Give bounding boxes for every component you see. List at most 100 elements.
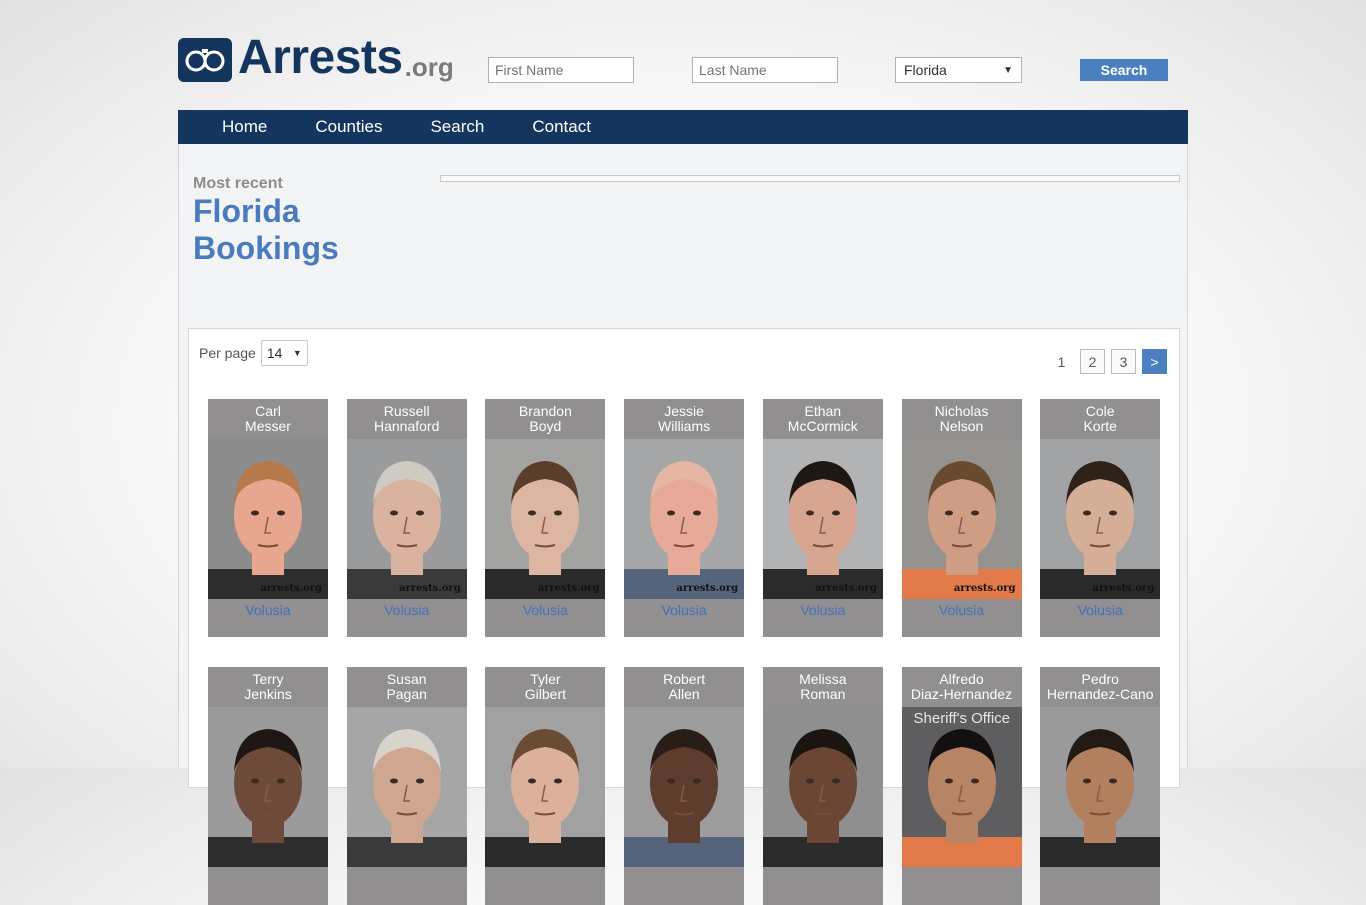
booking-first-name: Russell [383, 403, 430, 419]
booking-last-name: Messer [245, 418, 291, 434]
state-select-value: Florida [904, 62, 947, 78]
booking-last-name: Williams [658, 418, 711, 434]
booking-first-name: Tyler [530, 671, 561, 687]
mugshot-photo[interactable] [208, 707, 328, 867]
page-current: 1 [1057, 353, 1066, 370]
nav-counties[interactable]: Counties [315, 117, 382, 137]
next-page-button[interactable]: > [1142, 349, 1167, 374]
booking-name[interactable]: Robert Allen [624, 667, 744, 707]
mugshot-photo[interactable] [1040, 707, 1161, 867]
booking-card[interactable]: Cole Korte arrests.org Volusia [1040, 399, 1161, 637]
bookings-panel: Per page 14 ▼ 1 2 3 > Carl Messer arrests.… [188, 328, 1180, 905]
state-select[interactable]: Florida ▼ [895, 57, 1022, 83]
booking-first-name: Robert [663, 671, 706, 687]
last-name-input[interactable] [692, 57, 838, 83]
booking-name[interactable]: Russell Hannaford [347, 399, 467, 439]
booking-first-name: Jessie [664, 403, 704, 419]
booking-name[interactable]: Melissa Roman [763, 667, 883, 707]
mugshot-photo[interactable]: arrests.org [1040, 439, 1161, 599]
booking-last-name: Allen [668, 686, 700, 702]
mugshot-photo[interactable]: Sheriff's Office [901, 707, 1022, 867]
nav-search[interactable]: Search [430, 117, 484, 137]
nav-home[interactable]: Home [222, 117, 267, 137]
booking-first-name: Terry [252, 671, 284, 687]
mugshot-photo[interactable]: arrests.org [624, 439, 745, 599]
booking-name[interactable]: Alfredo Diaz-Hernandez [902, 667, 1022, 707]
mugshot-photo[interactable]: arrests.org [485, 439, 606, 599]
chevron-down-icon: ▼ [1003, 64, 1013, 76]
booking-first-name: Cole [1085, 403, 1115, 419]
per-page-control: Per page 14 ▼ [199, 340, 308, 366]
booking-name[interactable]: Cole Korte [1040, 399, 1160, 439]
booking-name[interactable]: Terry Jenkins [208, 667, 328, 707]
site-header: Arrests .org Florida ▼ Search [0, 0, 1366, 110]
booking-last-name: Pagan [386, 686, 427, 702]
mugshot-photo[interactable] [346, 707, 467, 867]
booking-card[interactable]: Brandon Boyd arrests.org Volusia [485, 399, 606, 637]
main-content: Most recent Florida Bookings Per page 14… [178, 144, 1188, 905]
booking-card[interactable]: Russell Hannaford arrests.org Volusia [346, 399, 467, 637]
watermark-text: arrests.org [399, 583, 461, 594]
ad-banner-placeholder [440, 175, 1180, 182]
booking-card[interactable]: Carl Messer arrests.org Volusia [208, 399, 328, 637]
booking-card[interactable]: Jessie Williams arrests.org Volusia [624, 399, 745, 637]
per-page-value: 14 [266, 345, 283, 361]
pagination: 1 2 3 > [1043, 349, 1167, 374]
booking-card[interactable]: Susan Pagan [346, 667, 467, 905]
booking-name[interactable]: Ethan McCormick [763, 399, 883, 439]
booking-name[interactable]: Nicholas Nelson [902, 399, 1022, 439]
mugshot-photo[interactable] [762, 707, 883, 867]
county-link[interactable]: Volusia [624, 599, 744, 618]
county-link[interactable]: Volusia [485, 599, 605, 618]
booking-first-name: Alfredo [939, 671, 984, 687]
booking-last-name: Roman [800, 686, 846, 702]
per-page-select[interactable]: 14 ▼ [260, 340, 308, 366]
per-page-label: Per page [199, 345, 256, 361]
county-link[interactable]: Volusia [1040, 599, 1160, 618]
mugshot-photo[interactable]: arrests.org [762, 439, 883, 599]
booking-card[interactable]: Alfredo Diaz-Hernandez Sheriff's Office [901, 667, 1022, 905]
booking-card[interactable]: Terry Jenkins [208, 667, 328, 905]
search-button[interactable]: Search [1080, 59, 1168, 81]
first-name-input[interactable] [488, 57, 634, 83]
county-link[interactable]: Volusia [763, 599, 883, 618]
watermark-text: arrests.org [537, 583, 600, 594]
county-link[interactable]: Volusia [347, 599, 467, 618]
mugshot-photo[interactable]: arrests.org [901, 439, 1022, 599]
county-link[interactable]: Volusia [902, 599, 1022, 618]
booking-name[interactable]: Carl Messer [208, 399, 328, 439]
nav-contact[interactable]: Contact [532, 117, 591, 137]
site-logo[interactable]: Arrests .org [178, 34, 454, 82]
page-title: Florida Bookings [193, 193, 339, 267]
booking-card[interactable]: Robert Allen [624, 667, 745, 905]
logo-wordmark: Arrests [238, 31, 403, 84]
booking-last-name: Gilbert [524, 686, 566, 702]
booking-last-name: Diaz-Hernandez [910, 686, 1013, 702]
county-link[interactable]: Volusia [208, 599, 328, 618]
mugshot-photo[interactable] [485, 707, 606, 867]
mugshot-photo[interactable]: arrests.org [208, 439, 328, 599]
booking-name[interactable]: Jessie Williams [624, 399, 744, 439]
mugshot-photo[interactable]: arrests.org [346, 439, 467, 599]
booking-name[interactable]: Tyler Gilbert [485, 667, 605, 707]
booking-card[interactable]: Ethan McCormick arrests.org Volusia [762, 399, 883, 637]
booking-name[interactable]: Brandon Boyd [485, 399, 605, 439]
main-nav: Home Counties Search Contact [178, 110, 1188, 144]
booking-card[interactable]: Pedro Hernandez-Cano [1040, 667, 1161, 905]
sheriff-office-overlay: Sheriff's Office [913, 710, 1011, 727]
booking-first-name: Pedro [1081, 671, 1119, 687]
booking-last-name: Boyd [529, 418, 562, 434]
booking-card[interactable]: Melissa Roman [762, 667, 883, 905]
booking-last-name: Hannaford [373, 418, 440, 434]
page-3-link[interactable]: 3 [1111, 349, 1136, 374]
watermark-text: arrests.org [953, 583, 1016, 594]
booking-name[interactable]: Susan Pagan [347, 667, 467, 707]
page-2-link[interactable]: 2 [1080, 349, 1105, 374]
page-title-line1: Florida [193, 193, 300, 229]
booking-name[interactable]: Pedro Hernandez-Cano [1040, 667, 1160, 707]
booking-card[interactable]: Nicholas Nelson arrests.org Volusia [901, 399, 1022, 637]
mugshot-photo[interactable] [624, 707, 745, 867]
page-title-line2: Bookings [193, 230, 339, 266]
booking-card[interactable]: Tyler Gilbert [485, 667, 606, 905]
chevron-down-icon: ▼ [292, 348, 302, 358]
